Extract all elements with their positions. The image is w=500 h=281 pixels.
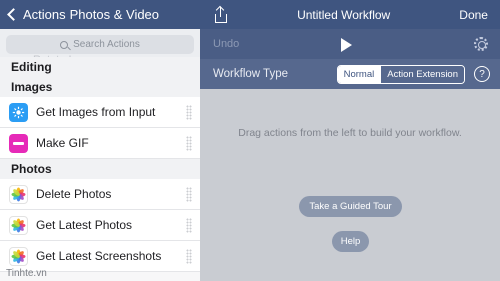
search-input[interactable]: Search Actions: [6, 35, 194, 54]
section-header-photos: Photos: [0, 159, 200, 179]
action-library-panel: Actions Photos & Video Search Actions Ro…: [0, 0, 200, 281]
action-label: Make GIF: [36, 136, 89, 150]
editor-toolbar: Undo: [200, 29, 500, 59]
photos-icon: [9, 246, 28, 266]
action-row-make-gif[interactable]: Make GIF: [0, 128, 200, 159]
workflow-type-label: Workflow Type: [213, 68, 288, 80]
search-bar: Search Actions: [0, 29, 200, 57]
photos-icon: [9, 215, 28, 235]
library-nav-bar: Actions Photos & Video: [0, 0, 200, 29]
action-row-get-images-from-input[interactable]: Get Images from Input: [0, 97, 200, 128]
back-chevron-icon[interactable]: [7, 8, 20, 21]
action-label: Get Images from Input: [36, 105, 156, 119]
search-icon: [60, 40, 69, 49]
action-label: Get Latest Screenshots: [36, 249, 162, 263]
empty-workflow-hint: Drag actions from the left to build your…: [238, 127, 462, 139]
section-header-editing: Editing: [0, 57, 200, 77]
guided-tour-button[interactable]: Take a Guided Tour: [299, 196, 402, 217]
workflow-type-bar: Workflow Type Normal Action Extension ?: [200, 59, 500, 89]
action-row-delete-photos[interactable]: Delete Photos: [0, 179, 200, 210]
gear-icon[interactable]: [474, 37, 488, 51]
drag-handle-icon[interactable]: [186, 187, 192, 202]
search-placeholder: Search Actions: [73, 39, 140, 50]
workflow-type-segmented-control: Normal Action Extension: [336, 64, 465, 84]
image-input-icon: [9, 102, 28, 122]
editor-nav-bar: Untitled Workflow Done: [200, 0, 500, 29]
category-title: Photos & Video: [69, 7, 160, 22]
drag-handle-icon[interactable]: [186, 249, 192, 264]
segment-action-extension[interactable]: Action Extension: [380, 65, 464, 83]
section-header-images: Images: [0, 77, 200, 97]
action-label: Get Latest Photos: [36, 218, 133, 232]
watermark: Tinhte.vn: [6, 268, 47, 279]
photos-icon: [9, 184, 28, 204]
gif-icon: [9, 133, 28, 153]
drag-handle-icon[interactable]: [186, 136, 192, 151]
drag-handle-icon[interactable]: [186, 218, 192, 233]
workflow-title[interactable]: Untitled Workflow: [297, 8, 390, 22]
help-button[interactable]: Help: [332, 231, 369, 252]
action-label: Delete Photos: [36, 187, 112, 201]
undo-button[interactable]: Undo: [213, 38, 239, 50]
action-row-get-latest-photos[interactable]: Get Latest Photos: [0, 210, 200, 241]
done-button[interactable]: Done: [459, 8, 488, 22]
back-button[interactable]: Actions: [23, 7, 66, 22]
segment-normal[interactable]: Normal: [337, 65, 381, 83]
drag-handle-icon[interactable]: [186, 105, 192, 120]
play-icon[interactable]: [341, 38, 352, 52]
share-icon[interactable]: [214, 6, 228, 23]
workflow-editor-panel: Untitled Workflow Done Undo Workflow Typ…: [200, 0, 500, 281]
help-icon[interactable]: ?: [474, 66, 490, 82]
